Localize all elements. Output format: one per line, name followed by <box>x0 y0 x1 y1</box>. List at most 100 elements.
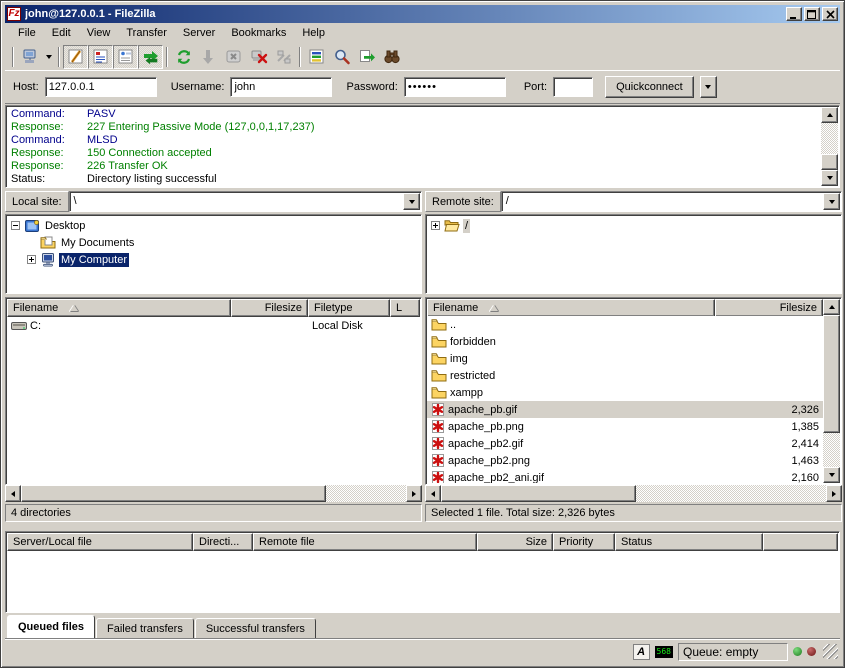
column-filename[interactable]: Filename <box>427 299 715 317</box>
log-scrollbar[interactable] <box>821 107 838 186</box>
toggle-log-button[interactable] <box>63 45 88 69</box>
column-filename[interactable]: Filename <box>7 299 231 317</box>
menu-file[interactable]: File <box>11 25 43 41</box>
remote-site-row: Remote site: / <box>425 191 842 212</box>
file-row[interactable]: xampp <box>427 384 823 401</box>
remote-site-combobox[interactable]: / <box>501 191 842 212</box>
file-row-selected[interactable]: apache_pb.gif 2,326 <box>427 401 823 418</box>
menu-bookmarks[interactable]: Bookmarks <box>224 25 293 41</box>
remote-vscrollbar[interactable] <box>823 299 840 483</box>
toolbar-separator <box>299 47 301 67</box>
remote-hscrollbar[interactable] <box>425 485 842 502</box>
filters-button[interactable] <box>304 45 329 69</box>
log-line: Command:MLSD <box>11 134 821 147</box>
expand-icon[interactable] <box>431 221 440 230</box>
cancel-button[interactable] <box>221 45 246 69</box>
scrollbar-thumb[interactable] <box>821 154 838 170</box>
reconnect-button[interactable] <box>271 45 296 69</box>
toggle-local-tree-button[interactable] <box>88 45 113 69</box>
scroll-right-icon[interactable] <box>826 485 842 502</box>
tree-item-my-documents[interactable]: My Documents <box>6 234 421 251</box>
column-size[interactable]: Size <box>477 533 553 551</box>
file-row[interactable]: forbidden <box>427 333 823 350</box>
scrollbar-thumb[interactable] <box>21 485 326 502</box>
sync-browsing-button[interactable] <box>354 45 379 69</box>
menu-view[interactable]: View <box>80 25 118 41</box>
local-site-combobox[interactable]: \ <box>69 191 422 212</box>
tab-queued-files[interactable]: Queued files <box>7 615 95 638</box>
local-hscrollbar[interactable] <box>5 485 422 502</box>
collapse-icon[interactable] <box>11 221 20 230</box>
quickconnect-dropdown[interactable] <box>700 76 717 98</box>
site-manager-dropdown[interactable] <box>42 45 55 69</box>
file-row[interactable]: apache_pb2_ani.gif 2,160 <box>427 469 823 483</box>
compare-button[interactable] <box>379 45 404 69</box>
transfer-type-indicator[interactable]: A <box>633 644 650 660</box>
chevron-down-icon <box>409 200 415 204</box>
menu-edit[interactable]: Edit <box>45 25 78 41</box>
tab-failed-transfers[interactable]: Failed transfers <box>96 618 194 638</box>
folder-icon <box>431 352 447 365</box>
username-input[interactable] <box>230 77 332 97</box>
scrollbar-thumb[interactable] <box>823 315 840 433</box>
column-priority[interactable]: Priority <box>553 533 615 551</box>
file-row[interactable]: apache_pb2.gif 2,414 <box>427 435 823 452</box>
file-row[interactable]: restricted <box>427 367 823 384</box>
folder-open-icon <box>444 219 460 232</box>
resize-grip[interactable] <box>823 644 838 659</box>
scrollbar-thumb[interactable] <box>441 485 636 502</box>
scroll-up-icon[interactable] <box>821 107 838 123</box>
scroll-left-icon[interactable] <box>5 485 21 502</box>
quickconnect-button[interactable]: Quickconnect <box>605 76 694 98</box>
remote-site-dropdown[interactable] <box>823 193 840 210</box>
tree-item-my-computer[interactable]: My Computer <box>6 251 421 268</box>
column-last-modified[interactable]: L <box>390 299 420 317</box>
expand-icon[interactable] <box>27 255 36 264</box>
local-file-list: Filename Filesize Filetype L C: Local Di… <box>5 297 422 485</box>
password-input[interactable] <box>404 77 506 97</box>
site-manager-button[interactable] <box>17 45 42 69</box>
remote-site-value[interactable]: / <box>502 192 822 211</box>
local-site-value[interactable]: \ <box>70 192 402 211</box>
column-filetype[interactable]: Filetype <box>308 299 390 317</box>
tab-successful-transfers[interactable]: Successful transfers <box>195 618 316 638</box>
maximize-button[interactable] <box>804 7 820 21</box>
file-row[interactable]: apache_pb2.png 1,463 <box>427 452 823 469</box>
port-input[interactable] <box>553 77 593 97</box>
tree-item-desktop[interactable]: Desktop <box>6 217 421 234</box>
window-title: john@127.0.0.1 - FileZilla <box>25 8 786 20</box>
menu-transfer[interactable]: Transfer <box>119 25 174 41</box>
log-line: Response:150 Connection accepted <box>11 147 821 160</box>
column-filesize[interactable]: Filesize <box>715 299 823 317</box>
disconnect-button[interactable] <box>246 45 271 69</box>
speed-limit-indicator[interactable]: 568 <box>655 646 673 658</box>
toggle-remote-tree-button[interactable] <box>113 45 138 69</box>
column-direction[interactable]: Directi... <box>193 533 253 551</box>
tree-item-root[interactable]: / <box>426 217 841 234</box>
menu-help[interactable]: Help <box>295 25 332 41</box>
scroll-down-icon[interactable] <box>823 467 840 483</box>
toggle-queue-button[interactable] <box>138 45 163 69</box>
local-site-dropdown[interactable] <box>403 193 420 210</box>
scroll-down-icon[interactable] <box>821 170 838 186</box>
image-file-icon <box>431 470 445 483</box>
scroll-up-icon[interactable] <box>823 299 840 315</box>
file-row[interactable]: .. <box>427 316 823 333</box>
file-row[interactable]: img <box>427 350 823 367</box>
scroll-right-icon[interactable] <box>406 485 422 502</box>
refresh-button[interactable] <box>171 45 196 69</box>
close-button[interactable] <box>822 7 838 21</box>
host-input[interactable] <box>45 77 157 97</box>
menu-server[interactable]: Server <box>176 25 222 41</box>
column-status[interactable]: Status <box>615 533 763 551</box>
search-button[interactable] <box>329 45 354 69</box>
column-server-local-file[interactable]: Server/Local file <box>7 533 193 551</box>
process-queue-button[interactable] <box>196 45 221 69</box>
title-bar[interactable]: Fz john@127.0.0.1 - FileZilla <box>5 5 840 23</box>
minimize-button[interactable] <box>786 7 802 21</box>
file-row[interactable]: apache_pb.png 1,385 <box>427 418 823 435</box>
column-filesize[interactable]: Filesize <box>231 299 308 317</box>
scroll-left-icon[interactable] <box>425 485 441 502</box>
file-row-c-drive[interactable]: C: Local Disk <box>7 317 420 334</box>
column-remote-file[interactable]: Remote file <box>253 533 477 551</box>
